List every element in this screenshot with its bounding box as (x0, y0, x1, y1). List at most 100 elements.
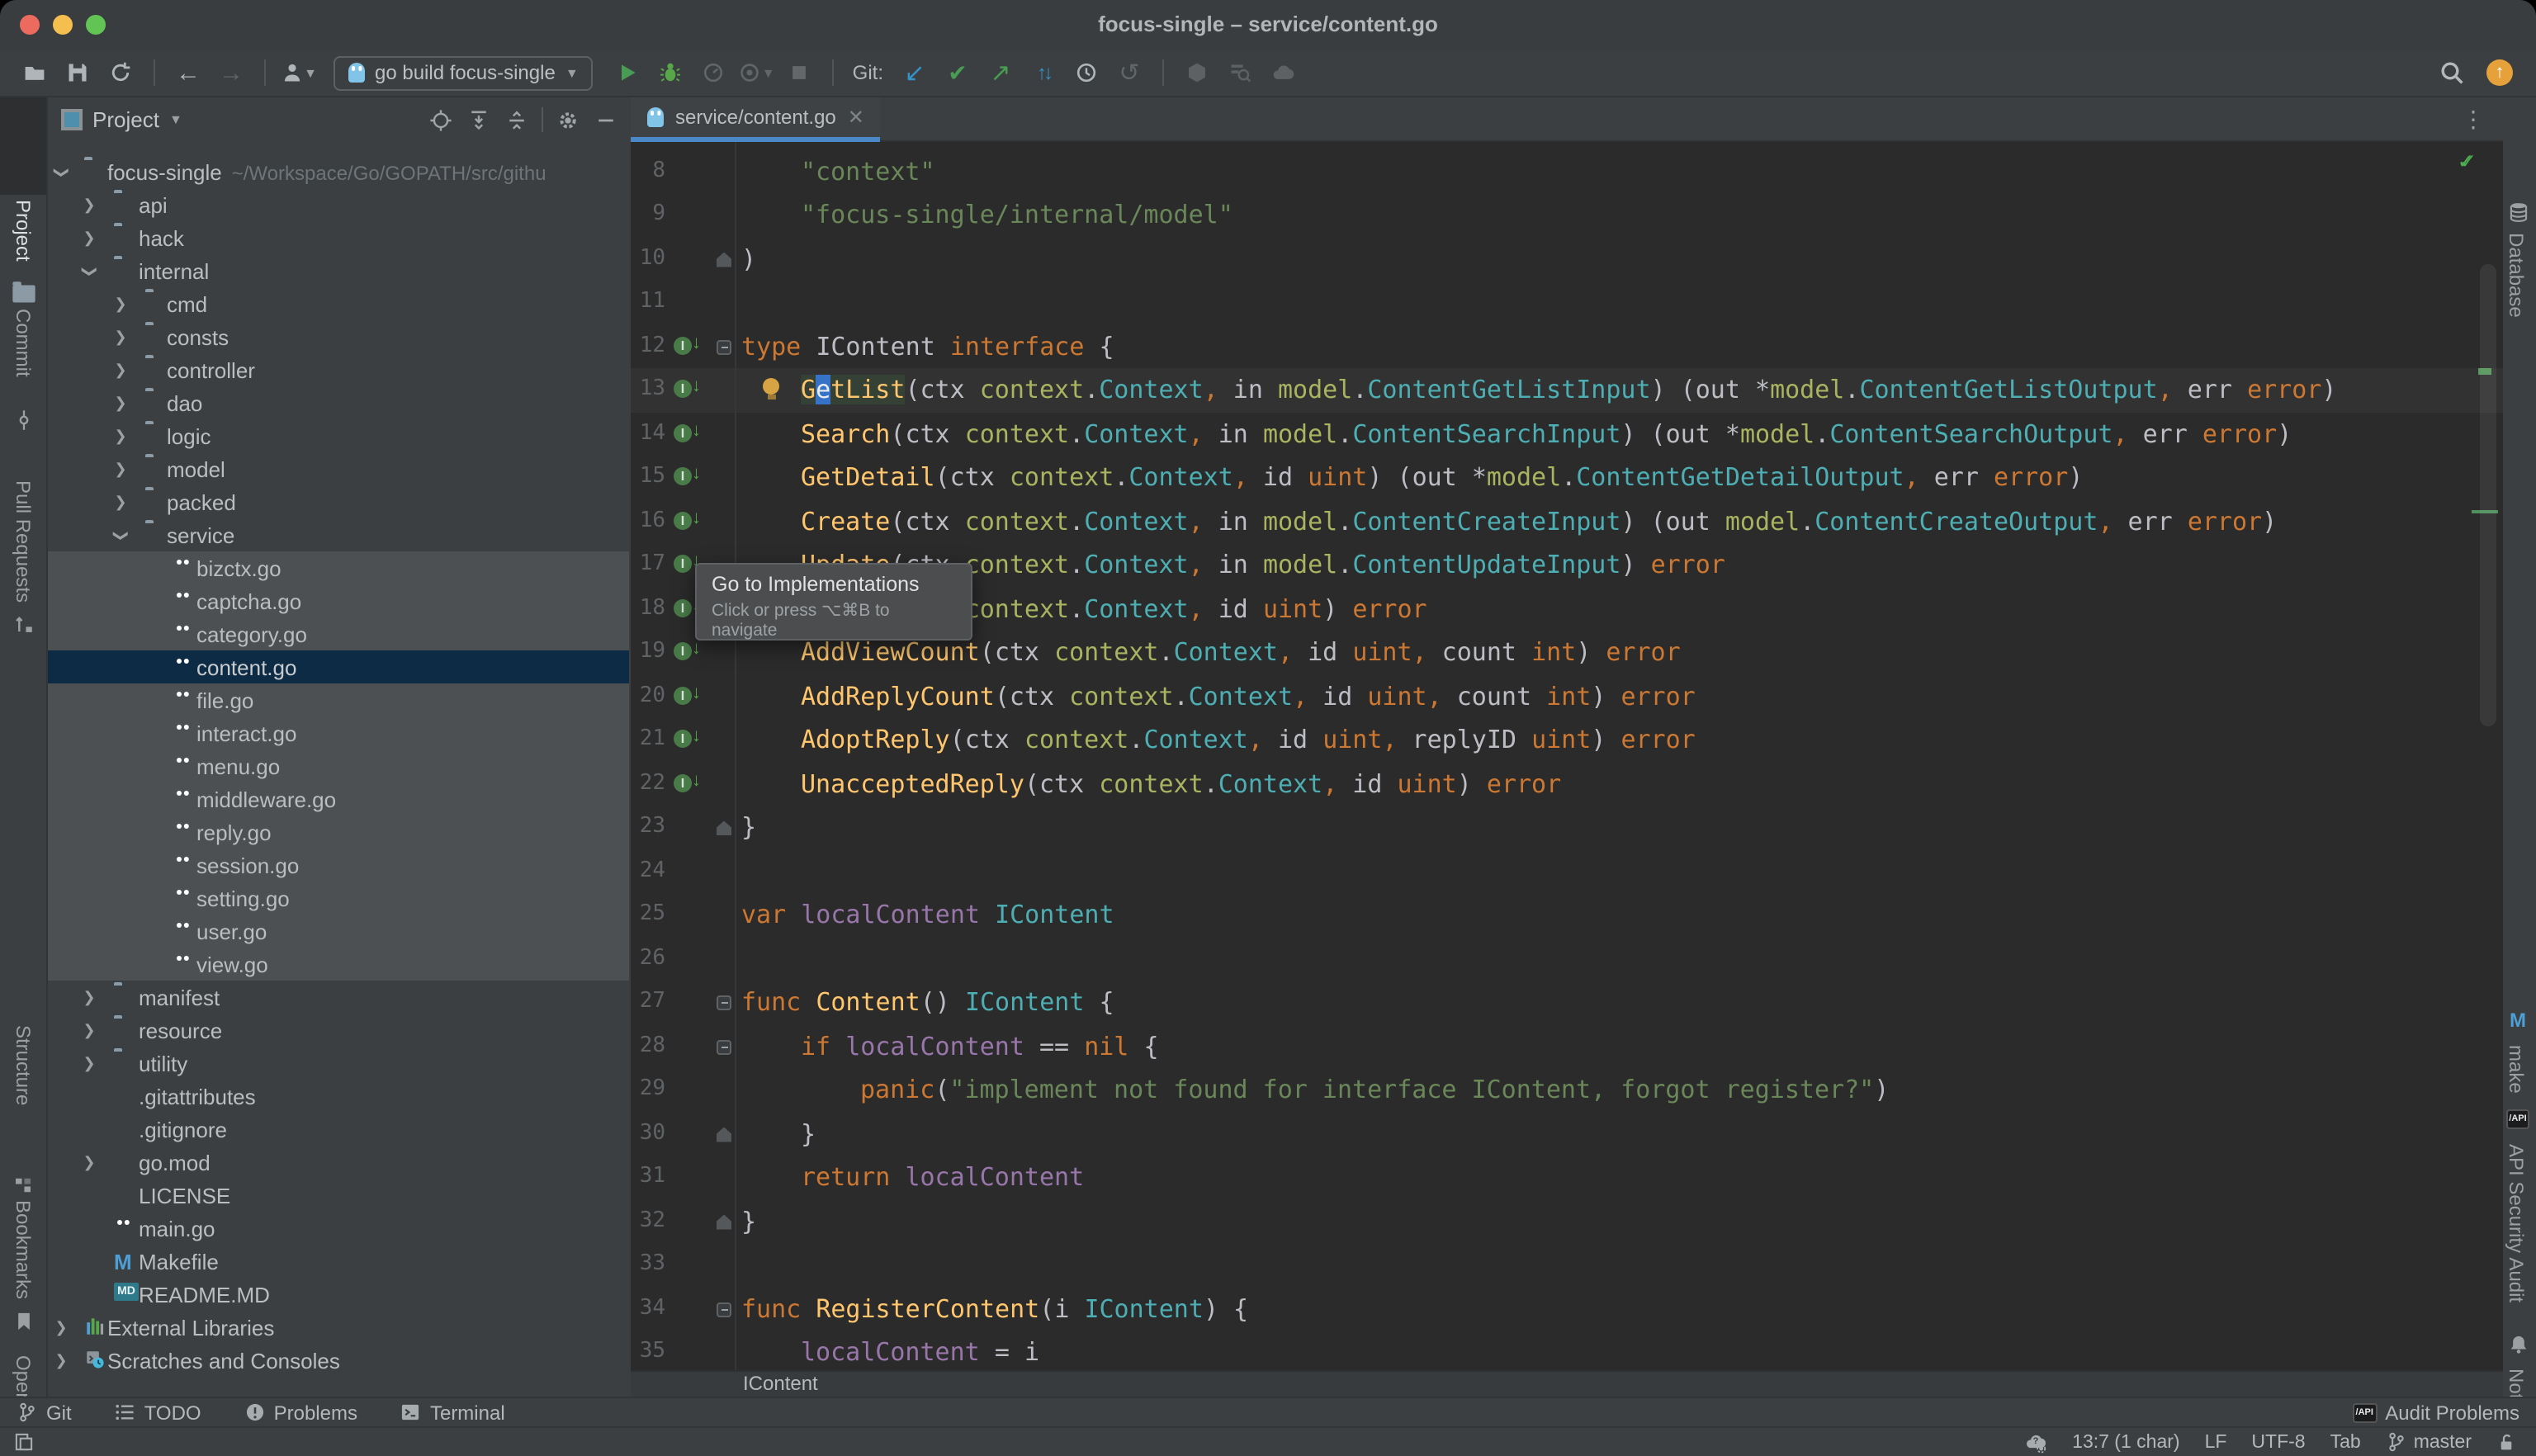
code-editor[interactable]: 8"context"9"focus-single/internal/model"… (631, 142, 2503, 1370)
code-line-14[interactable]: 14ISearch(ctx context.Context, in model.… (631, 413, 2503, 456)
chevron-right-icon[interactable]: ❯ (112, 394, 129, 412)
chevron-right-icon[interactable]: ❯ (81, 1153, 97, 1171)
project-view-selector[interactable]: Project (92, 107, 159, 132)
stripe-item-project[interactable]: Project (12, 200, 35, 262)
chevron-right-icon[interactable]: ❯ (112, 427, 129, 445)
code-line-24[interactable]: 24 (631, 850, 2503, 894)
stripe-item-commit[interactable]: Commit (12, 309, 35, 377)
stripe-item-database[interactable]: Database (2505, 233, 2528, 318)
fold-marker-icon[interactable] (717, 1127, 731, 1142)
commit-icon[interactable] (12, 408, 35, 431)
fold-marker-icon[interactable] (717, 253, 731, 267)
caret-position-status[interactable]: 13:7 (1 char) (2072, 1432, 2179, 1452)
code-line-21[interactable]: 21IAdoptReply(ctx context.Context, id ui… (631, 719, 2503, 763)
settings-icon[interactable] (555, 106, 581, 133)
run-with-coverage-button[interactable]: ▼ (739, 54, 775, 91)
chevron-right-icon[interactable]: ❯ (53, 1318, 69, 1336)
tree-item-view.go[interactable]: view.go (48, 948, 629, 981)
hide-icon[interactable] (593, 106, 619, 133)
fold-marker-icon[interactable] (717, 996, 731, 1011)
code-line-26[interactable]: 26 (631, 938, 2503, 981)
tree-item-utility[interactable]: ❯utility (48, 1047, 629, 1080)
tree-item-packed[interactable]: ❯packed (48, 485, 629, 518)
code-line-10[interactable]: 10) (631, 238, 2503, 281)
chevron-right-icon[interactable]: ❯ (81, 1054, 97, 1072)
implemented-marker-icon[interactable]: I (674, 424, 692, 442)
find-shelved-button[interactable] (1222, 54, 1258, 91)
git-fetch-button[interactable]: ↑↓ (1025, 54, 1062, 91)
code-line-23[interactable]: 23} (631, 806, 2503, 850)
line-ending-status[interactable]: LF (2205, 1432, 2227, 1452)
save-all-icon[interactable] (59, 54, 96, 91)
bookmark-icon[interactable] (12, 1309, 35, 1332)
code-line-12[interactable]: 12Itype IContent interface { (631, 325, 2503, 369)
code-line-13[interactable]: 13IGetList(ctx context.Context, in model… (631, 369, 2503, 413)
tree-item-menu.go[interactable]: menu.go (48, 749, 629, 782)
tool-window-button-problems[interactable]: Problems (244, 1401, 357, 1424)
tree-item-session.go[interactable]: session.go (48, 849, 629, 882)
tree-item-interact.go[interactable]: interact.go (48, 716, 629, 749)
open-icon[interactable] (17, 54, 53, 91)
chevron-right-icon[interactable]: ❯ (112, 460, 129, 478)
code-line-34[interactable]: 34func RegisterContent(i IContent) { (631, 1288, 2503, 1331)
tab-service-content-go[interactable]: service/content.go ✕ (631, 97, 881, 142)
chevron-right-icon[interactable]: ❯ (81, 988, 97, 1006)
search-everywhere-icon[interactable] (2434, 54, 2470, 91)
tree-item-go.mod[interactable]: ❯go.mod (48, 1146, 629, 1179)
tree-item-user.go[interactable]: user.go (48, 915, 629, 948)
update-available-badge[interactable]: ↑ (2486, 59, 2513, 86)
writable-status[interactable] (2496, 1432, 2516, 1452)
tree-item-api[interactable]: ❯api (48, 188, 629, 221)
tool-window-button-git[interactable]: Git (17, 1401, 72, 1424)
chevron-right-icon[interactable]: ❯ (112, 493, 129, 511)
tree-item-manifest[interactable]: ❯manifest (48, 981, 629, 1014)
stripe-item-make[interactable]: make (2505, 1045, 2528, 1094)
pull-request-icon[interactable] (12, 612, 35, 636)
cloud-button[interactable] (1265, 54, 1301, 91)
implemented-marker-icon[interactable]: I (674, 468, 692, 486)
implemented-marker-icon[interactable]: I (674, 730, 692, 749)
encoding-status[interactable]: UTF-8 (2251, 1432, 2305, 1452)
code-line-33[interactable]: 33 (631, 1244, 2503, 1288)
tree-item-.gitignore[interactable]: .gitignore (48, 1113, 629, 1146)
git-push-button[interactable]: ↗ (982, 54, 1019, 91)
fold-marker-icon[interactable] (717, 340, 731, 355)
implemented-marker-icon[interactable]: I (674, 774, 692, 792)
tree-item-hack[interactable]: ❯hack (48, 221, 629, 254)
tree-item-file.go[interactable]: file.go (48, 683, 629, 716)
tab-options-icon[interactable]: ⋮ (2462, 106, 2486, 134)
chevron-right-icon[interactable]: ❯ (112, 295, 129, 313)
tree-item-license[interactable]: LICENSE (48, 1179, 629, 1212)
run-configuration-select[interactable]: go build focus-single▼ (334, 55, 594, 90)
git-commit-button[interactable]: ✔ (939, 54, 976, 91)
tree-item-.gitattributes[interactable]: .gitattributes (48, 1080, 629, 1113)
code-line-22[interactable]: 22IUnacceptedReply(ctx context.Context, … (631, 763, 2503, 806)
tree-item-scratches-and-consoles[interactable]: ❯Scratches and Consoles (48, 1344, 629, 1377)
code-line-20[interactable]: 20IAddReplyCount(ctx context.Context, id… (631, 675, 2503, 719)
sync-icon[interactable] (102, 54, 139, 91)
chevron-right-icon[interactable]: ❯ (81, 229, 97, 247)
tree-item-middleware.go[interactable]: middleware.go (48, 782, 629, 815)
tree-item-cmd[interactable]: ❯cmd (48, 287, 629, 320)
implemented-marker-icon[interactable]: I (674, 512, 692, 530)
shelve-button[interactable] (1179, 54, 1215, 91)
tree-item-consts[interactable]: ❯consts (48, 320, 629, 353)
api-icon[interactable]: /API (2506, 1108, 2529, 1131)
implemented-marker-icon[interactable]: I (674, 599, 692, 617)
tree-item-focus-single[interactable]: ❯focus-single~/Workspace/Go/GOPATH/src/g… (48, 155, 629, 188)
code-line-32[interactable]: 32} (631, 1200, 2503, 1244)
locate-icon[interactable] (428, 106, 454, 133)
tree-item-external-libraries[interactable]: ❯External Libraries (48, 1311, 629, 1344)
stripe-item-pull-requests[interactable]: Pull Requests (12, 480, 35, 603)
fold-marker-icon[interactable] (717, 1302, 731, 1317)
git-branch-status[interactable]: master (2386, 1431, 2472, 1453)
tree-item-service[interactable]: ❯service (48, 518, 629, 551)
implemented-marker-icon[interactable]: I (674, 687, 692, 705)
bell-icon[interactable] (2506, 1332, 2529, 1355)
code-line-25[interactable]: 25var localContent IContent (631, 894, 2503, 938)
tree-item-model[interactable]: ❯model (48, 452, 629, 485)
code-line-30[interactable]: 30} (631, 1113, 2503, 1156)
code-line-16[interactable]: 16ICreate(ctx context.Context, in model.… (631, 500, 2503, 544)
chevron-down-icon[interactable]: ❯ (52, 163, 70, 180)
chevron-right-icon[interactable]: ❯ (112, 328, 129, 346)
